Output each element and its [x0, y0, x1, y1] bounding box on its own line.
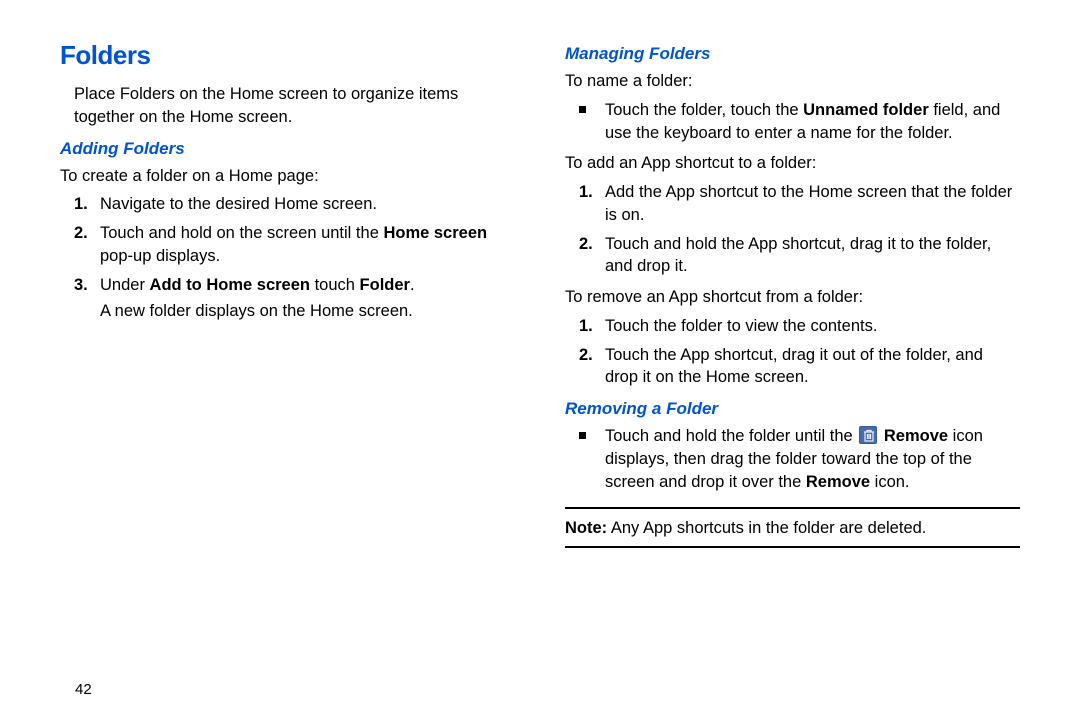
step-number: 2. — [579, 344, 593, 367]
adding-lead: To create a folder on a Home page: — [60, 165, 515, 188]
step-text: Touch the folder to view the contents. — [605, 317, 877, 335]
step-text: Touch the App shortcut, drag it out of t… — [605, 346, 983, 387]
step-text-pre: Under — [100, 276, 150, 294]
removing-pre: Touch and hold the folder until the — [605, 427, 857, 445]
managing-remove-steps: 1. Touch the folder to view the contents… — [565, 315, 1020, 389]
step-number: 1. — [579, 181, 593, 204]
subsection-managing-folders: Managing Folders — [565, 44, 1020, 64]
managing-add-step-1: 1. Add the App shortcut to the Home scre… — [579, 181, 1020, 227]
note-rule-top — [565, 507, 1020, 509]
left-column: Folders Place Folders on the Home screen… — [60, 40, 515, 556]
step-text-pre: Touch and hold on the screen until the — [100, 224, 383, 242]
subsection-removing-folder: Removing a Folder — [565, 399, 1020, 419]
step-text-bold2: Folder — [360, 276, 410, 294]
managing-name-bullets: Touch the folder, touch the Unnamed fold… — [565, 99, 1020, 145]
managing-name-bullet: Touch the folder, touch the Unnamed fold… — [579, 99, 1020, 145]
trash-icon — [859, 426, 877, 444]
step-number: 2. — [579, 233, 593, 256]
note-rule-bottom — [565, 546, 1020, 548]
section-title-folders: Folders — [60, 40, 515, 71]
step-number: 3. — [74, 274, 88, 297]
step-text-mid: touch — [310, 276, 360, 294]
bullet-bold: Unnamed folder — [803, 101, 929, 119]
adding-step-1: 1. Navigate to the desired Home screen. — [74, 193, 515, 216]
note-text: Note: Any App shortcuts in the folder ar… — [565, 517, 1020, 540]
step-text-bold: Add to Home screen — [150, 276, 310, 294]
step-number: 1. — [579, 315, 593, 338]
removing-post: icon. — [870, 473, 909, 491]
managing-remove-lead: To remove an App shortcut from a folder: — [565, 286, 1020, 309]
right-column: Managing Folders To name a folder: Touch… — [565, 40, 1020, 556]
removing-bullets: Touch and hold the folder until the Remo… — [565, 425, 1020, 493]
managing-remove-step-1: 1. Touch the folder to view the contents… — [579, 315, 1020, 338]
step-text: Touch and hold the App shortcut, drag it… — [605, 235, 991, 276]
adding-steps: 1. Navigate to the desired Home screen. … — [60, 193, 515, 296]
managing-remove-step-2: 2. Touch the App shortcut, drag it out o… — [579, 344, 1020, 390]
folders-intro: Place Folders on the Home screen to orga… — [60, 83, 515, 129]
square-bullet-icon — [579, 106, 586, 113]
step-text-post: pop-up displays. — [100, 247, 220, 265]
subsection-adding-folders: Adding Folders — [60, 139, 515, 159]
adding-aftertext: A new folder displays on the Home screen… — [60, 300, 515, 323]
square-bullet-icon — [579, 432, 586, 439]
managing-add-steps: 1. Add the App shortcut to the Home scre… — [565, 181, 1020, 278]
removing-bold2: Remove — [806, 473, 870, 491]
managing-add-step-2: 2. Touch and hold the App shortcut, drag… — [579, 233, 1020, 279]
step-number: 1. — [74, 193, 88, 216]
step-text-bold: Home screen — [383, 224, 487, 242]
removing-bullet: Touch and hold the folder until the Remo… — [579, 425, 1020, 493]
adding-step-3: 3. Under Add to Home screen touch Folder… — [74, 274, 515, 297]
removing-icon-label: Remove — [884, 427, 948, 445]
managing-name-lead: To name a folder: — [565, 70, 1020, 93]
managing-add-lead: To add an App shortcut to a folder: — [565, 152, 1020, 175]
note-body: Any App shortcuts in the folder are dele… — [607, 519, 926, 537]
adding-step-2: 2. Touch and hold on the screen until th… — [74, 222, 515, 268]
page-number: 42 — [75, 681, 92, 698]
note-label: Note: — [565, 519, 607, 537]
step-text: Add the App shortcut to the Home screen … — [605, 183, 1012, 224]
bullet-pre: Touch the folder, touch the — [605, 101, 803, 119]
step-number: 2. — [74, 222, 88, 245]
step-text-post: . — [410, 276, 415, 294]
step-text: Navigate to the desired Home screen. — [100, 195, 377, 213]
